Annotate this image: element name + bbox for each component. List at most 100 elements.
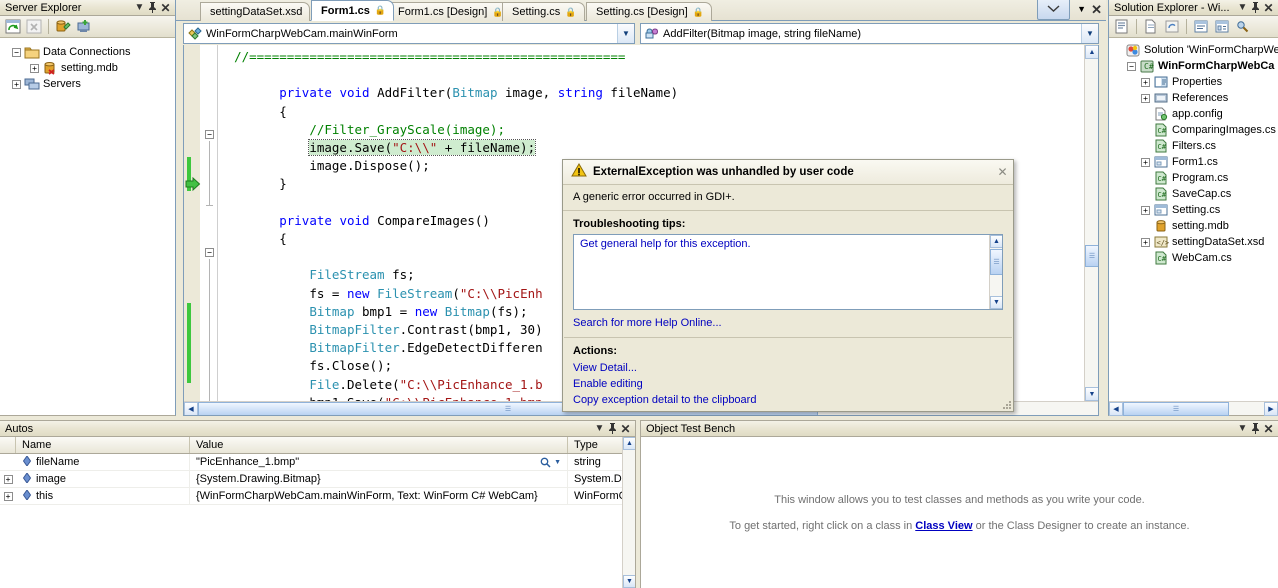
solution-explorer-tree[interactable]: Solution 'WinFormCharpWebC−C#WinFormChar…	[1109, 38, 1278, 401]
solution-horizontal-scrollbar[interactable]: ◀ ☰ ▶	[1109, 401, 1278, 416]
solution-tree-item[interactable]: C# Program.cs	[1109, 170, 1278, 186]
autos-grid[interactable]: Name Value Type fileName "PicEnhance_1.bm…	[0, 437, 635, 588]
scroll-down-button[interactable]: ▼	[623, 575, 635, 588]
expander-icon[interactable]: −	[12, 47, 21, 57]
solution-tree-item[interactable]: C# ComparingImages.cs	[1109, 122, 1278, 138]
fold-toggle-compareimages[interactable]: −	[205, 248, 214, 257]
fold-toggle-addfilter[interactable]: −	[205, 130, 214, 139]
scroll-up-button[interactable]: ▲	[1085, 45, 1098, 59]
chevron-down-icon[interactable]: ▼	[1081, 24, 1098, 43]
expander-icon[interactable]: +	[30, 63, 39, 73]
pin-icon[interactable]	[1249, 1, 1262, 14]
window-dropdown-icon[interactable]: ▼	[133, 1, 146, 14]
vertical-scroll-thumb[interactable]: ☰	[1085, 245, 1098, 267]
solution-tree-item[interactable]: + Form1.cs	[1109, 154, 1278, 170]
view-designer-icon[interactable]	[1212, 17, 1232, 36]
column-header-name[interactable]: Name	[16, 437, 190, 453]
expander-icon[interactable]: +	[1141, 93, 1150, 103]
tip-link-general-help[interactable]: Get general help for this exception.	[574, 235, 1002, 253]
solution-tree-item[interactable]: + </> settingDataSet.xsd	[1109, 234, 1278, 250]
refresh-icon[interactable]	[1162, 17, 1182, 36]
stop-icon[interactable]	[24, 17, 44, 36]
exception-assistant-dialog[interactable]: ExternalException was unhandled by user …	[562, 159, 1014, 412]
window-dropdown-icon[interactable]: ▼	[593, 422, 606, 435]
tips-vertical-scrollbar[interactable]: ▲ ☰ ▼	[989, 235, 1002, 309]
tab-list-dropdown[interactable]: ▼	[1077, 4, 1086, 14]
solution-tree-item[interactable]: Solution 'WinFormCharpWebC	[1109, 42, 1278, 58]
pin-icon[interactable]	[1249, 422, 1262, 435]
enable-editing-link[interactable]: Enable editing	[573, 378, 643, 390]
autos-row[interactable]: + image {System.Drawing.Bitmap} System.D	[0, 470, 635, 488]
solution-tree-item[interactable]: C# SaveCap.cs	[1109, 186, 1278, 202]
solution-tree-item[interactable]: C# Filters.cs	[1109, 138, 1278, 154]
autos-cell-value[interactable]: {WinFormCharpWebCam.mainWinForm, Text: W…	[190, 487, 568, 505]
tab-form1-cs[interactable]: Form1.cs 🔒	[311, 0, 395, 21]
scroll-right-button[interactable]: ▶	[1264, 402, 1278, 416]
expander-icon[interactable]: +	[12, 79, 21, 89]
tab-setting-cs-design[interactable]: Setting.cs [Design] 🔒	[586, 2, 712, 21]
solution-tree-item[interactable]: C# WebCam.cs	[1109, 250, 1278, 266]
server-explorer-tree[interactable]: − Data Connections + setting.mdb + Serve…	[0, 38, 175, 415]
expander-icon[interactable]: +	[1141, 77, 1150, 87]
expander-icon[interactable]: +	[1141, 205, 1150, 215]
pin-icon[interactable]	[146, 1, 159, 14]
expander-icon[interactable]: +	[1141, 157, 1150, 167]
tab-form1-cs-design[interactable]: Form1.cs [Design] 🔒	[388, 2, 512, 21]
solution-tree-item[interactable]: + Properties	[1109, 74, 1278, 90]
tab-setting-cs[interactable]: Setting.cs 🔒	[502, 2, 585, 21]
row-expander[interactable]: +	[0, 488, 16, 505]
view-code-icon[interactable]	[1191, 17, 1211, 36]
show-all-files-icon[interactable]	[1141, 17, 1161, 36]
class-combo[interactable]: WinFormCharpWebCam.mainWinForm ▼	[183, 23, 635, 44]
row-expander[interactable]: +	[0, 471, 16, 488]
tab-settingdataset-xsd[interactable]: settingDataSet.xsd	[200, 2, 311, 21]
window-dropdown-icon[interactable]: ▼	[1236, 1, 1249, 14]
close-icon[interactable]: ✕	[1262, 1, 1275, 14]
horizontal-scroll-thumb[interactable]: ☰	[1123, 402, 1229, 416]
solution-tree-item[interactable]: app.config	[1109, 106, 1278, 122]
window-dropdown-icon[interactable]: ▼	[1236, 422, 1249, 435]
visualizer-magnifier-icon[interactable]: ▼	[540, 457, 561, 468]
scroll-up-button[interactable]: ▲	[623, 437, 635, 450]
chevron-down-icon[interactable]: ▼	[617, 24, 634, 43]
connect-database-icon[interactable]	[53, 17, 73, 36]
tree-item-setting-mdb[interactable]: + setting.mdb	[4, 60, 175, 76]
scroll-up-button[interactable]: ▲	[990, 235, 1002, 248]
vertical-scroll-thumb[interactable]: ☰	[990, 249, 1002, 275]
pin-icon[interactable]	[606, 422, 619, 435]
scroll-left-button[interactable]: ◀	[1109, 402, 1123, 416]
close-icon[interactable]: ✕	[1262, 422, 1275, 435]
autos-cell-value[interactable]: "PicEnhance_1.bmp" ▼	[190, 453, 568, 471]
solution-tree-item[interactable]: − C# WinFormCharpWebCa	[1109, 58, 1278, 74]
expander-icon[interactable]: −	[1127, 61, 1136, 71]
solution-tree-item[interactable]: + References	[1109, 90, 1278, 106]
expander-icon[interactable]: +	[1141, 237, 1150, 247]
class-view-icon[interactable]	[1233, 17, 1253, 36]
view-detail-link[interactable]: View Detail...	[573, 362, 637, 374]
tree-item-servers[interactable]: + Servers	[4, 76, 175, 92]
autos-row[interactable]: fileName "PicEnhance_1.bmp" ▼ string	[0, 453, 635, 471]
solution-tree-item[interactable]: + Setting.cs	[1109, 202, 1278, 218]
add-server-icon[interactable]	[74, 17, 94, 36]
tab-scroll-button[interactable]	[1037, 0, 1070, 20]
member-combo[interactable]: AddFilter(Bitmap image, string fileName)…	[640, 23, 1099, 44]
troubleshooting-tips-box[interactable]: Get general help for this exception. ▲ ☰…	[573, 234, 1003, 310]
editor-outlining-margin[interactable]: − −	[202, 45, 218, 415]
column-header-value[interactable]: Value	[190, 437, 568, 453]
autos-cell-value[interactable]: {System.Drawing.Bitmap}	[190, 470, 568, 488]
refresh-icon[interactable]	[3, 17, 23, 36]
search-help-online-link[interactable]: Search for more Help Online...	[573, 317, 722, 329]
close-icon[interactable]: ✕	[159, 1, 172, 14]
autos-vertical-scrollbar[interactable]: ▲ ▼	[622, 437, 635, 588]
tree-item-data-connections[interactable]: − Data Connections	[4, 44, 175, 60]
copy-exception-detail-link[interactable]: Copy exception detail to the clipboard	[573, 394, 756, 406]
solution-tree-item[interactable]: setting.mdb	[1109, 218, 1278, 234]
autos-row[interactable]: + this {WinFormCharpWebCam.mainWinForm, Te…	[0, 487, 635, 505]
tab-close-button[interactable]: ✕	[1091, 2, 1102, 18]
close-icon[interactable]: ✕	[996, 166, 1009, 179]
scroll-down-button[interactable]: ▼	[990, 296, 1002, 309]
autos-rows[interactable]: fileName "PicEnhance_1.bmp" ▼ string + image{…	[0, 453, 635, 505]
properties-icon[interactable]	[1112, 17, 1132, 36]
scroll-down-button[interactable]: ▼	[1085, 387, 1098, 401]
close-icon[interactable]: ✕	[619, 422, 632, 435]
